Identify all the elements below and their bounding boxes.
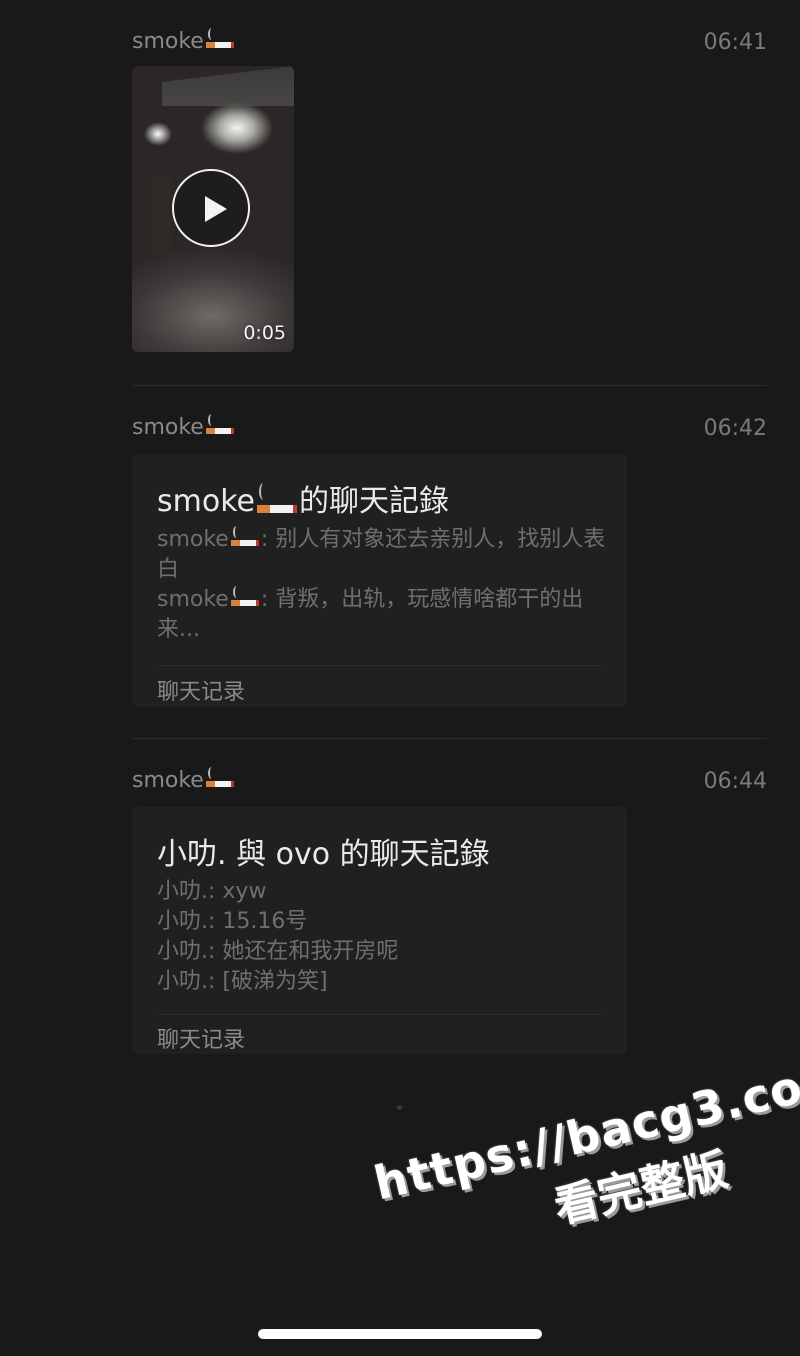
card-separator [157, 665, 602, 666]
message-2: smoke 06:42 smoke 的聊天記錄 smoke: 别人有对象还去亲别人… [132, 414, 767, 714]
preview-line: 小叻.: 15.16号 [157, 909, 308, 934]
card-footer: 聊天记录 [157, 1028, 246, 1053]
video-duration: 0:05 [243, 322, 286, 344]
message-divider [132, 738, 767, 739]
video-thumbnail[interactable]: 0:05 [132, 66, 294, 352]
cigarette-icon [255, 483, 299, 515]
message-time: 06:42 [703, 416, 767, 441]
sender-name: smoke [132, 28, 236, 54]
chat-record-card[interactable]: smoke 的聊天記錄 smoke: 别人有对象还去亲别人，找别人表白 smoke… [132, 454, 627, 707]
chat-record-card[interactable]: 小叻. 與 ovo 的聊天記錄 小叻.: xyw 小叻.: 15.16号 小叻.… [132, 807, 627, 1054]
preview-line: 小叻.: [破涕为笑] [157, 969, 328, 994]
preview-line: 小叻.: 她还在和我开房呢 [157, 939, 399, 964]
message-time: 06:44 [703, 769, 767, 794]
card-title: smoke 的聊天記錄 [157, 483, 449, 519]
cigarette-icon [204, 28, 236, 50]
card-title: 小叻. 與 ovo 的聊天記錄 [157, 837, 490, 872]
message-time: 06:41 [703, 30, 767, 55]
message-divider [132, 385, 767, 386]
card-footer: 聊天记录 [157, 680, 246, 705]
preview-line: smoke: 别人有对象还去亲别人，找别人表白 [157, 526, 606, 582]
sender-name: smoke [132, 767, 236, 793]
message-1: smoke 06:41 0:05 [132, 28, 767, 358]
home-indicator[interactable] [258, 1329, 542, 1339]
card-separator [157, 1014, 602, 1015]
card-preview: smoke: 别人有对象还去亲别人，找别人表白 smoke: 背叛，出轨，玩感情… [157, 525, 607, 645]
cigarette-icon [204, 767, 236, 789]
play-icon[interactable] [172, 169, 250, 247]
card-preview: 小叻.: xyw 小叻.: 15.16号 小叻.: 她还在和我开房呢 小叻.: … [157, 877, 607, 997]
sender-name: smoke [132, 414, 236, 440]
preview-line: smoke: 背叛，出轨，玩感情啥都干的出来... [157, 586, 584, 642]
cigarette-icon [229, 526, 261, 548]
cigarette-icon [204, 414, 236, 436]
preview-line: 小叻.: xyw [157, 879, 267, 904]
cigarette-icon [229, 586, 261, 608]
